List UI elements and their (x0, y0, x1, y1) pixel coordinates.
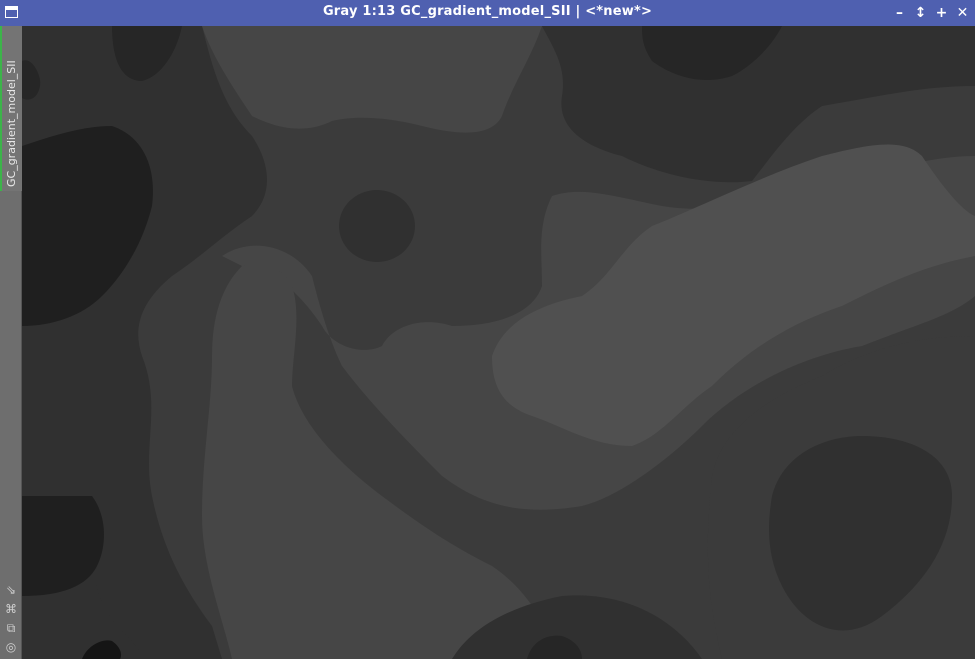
window-titlebar[interactable]: Gray 1:13 GC_gradient_model_SII | <*new*… (0, 0, 975, 26)
close-button[interactable]: ✕ (954, 3, 971, 22)
settings-icon[interactable]: ◎ (3, 639, 19, 655)
level-2-small-circle (339, 190, 415, 262)
image-canvas[interactable] (22, 26, 975, 659)
maximize-button[interactable]: + (933, 3, 950, 22)
shade-button[interactable]: ↕ (912, 3, 929, 22)
fit-view-icon[interactable]: ⇘ (3, 582, 19, 598)
view-sidebar: GC_gradient_model_SII ⇘ ⌘ ⧉ ◎ (0, 26, 22, 659)
gradient-model-image (22, 26, 975, 659)
minimize-button[interactable]: – (891, 3, 908, 22)
image-window: Gray 1:13 GC_gradient_model_SII | <*new*… (0, 0, 975, 659)
window-title: Gray 1:13 GC_gradient_model_SII | <*new*… (322, 4, 653, 19)
view-tab[interactable]: GC_gradient_model_SII (0, 26, 22, 191)
zoom-fit-icon[interactable]: ⌘ (3, 601, 19, 617)
clone-icon[interactable]: ⧉ (3, 620, 19, 636)
view-tab-label: GC_gradient_model_SII (5, 60, 18, 187)
window-controls: – ↕ + ✕ (891, 3, 971, 22)
sidebar-tools: ⇘ ⌘ ⧉ ◎ (0, 582, 22, 655)
